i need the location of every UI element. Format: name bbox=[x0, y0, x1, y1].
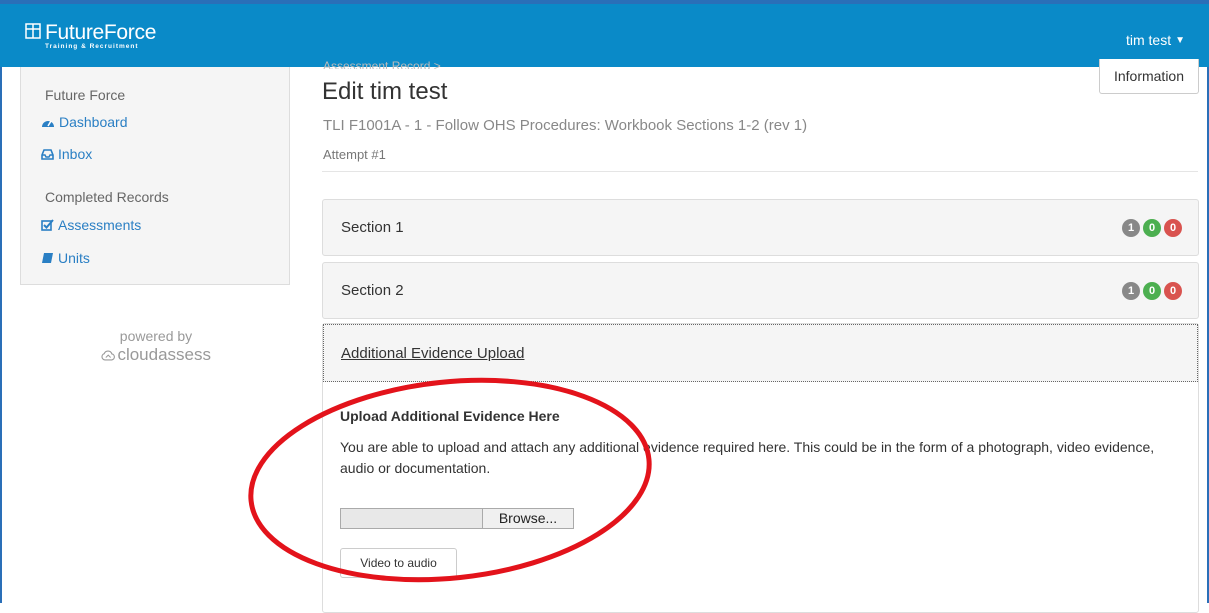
logo-tagline: Training & Recruitment bbox=[45, 43, 139, 50]
additional-evidence-link[interactable]: Additional Evidence Upload bbox=[341, 345, 524, 362]
powered-by-label: powered by bbox=[119, 328, 193, 344]
sidebar-item-label: Inbox bbox=[58, 146, 93, 162]
window-border-left bbox=[0, 0, 2, 603]
inbox-icon bbox=[41, 148, 54, 160]
unit-subtitle: TLI F1001A - 1 - Follow OHS Procedures: … bbox=[323, 117, 808, 134]
page-title: Edit tim test bbox=[322, 78, 448, 105]
status-badge-green: 0 bbox=[1143, 219, 1161, 237]
information-button[interactable]: Information bbox=[1099, 59, 1199, 94]
file-upload-input[interactable]: Browse... bbox=[340, 508, 574, 529]
status-badge-red: 0 bbox=[1164, 282, 1182, 300]
sidebar-item-label: Assessments bbox=[58, 217, 142, 233]
brand-name: cloudassess bbox=[117, 345, 211, 364]
section-title: Section 2 bbox=[341, 282, 404, 299]
divider bbox=[322, 171, 1198, 172]
section-panel-1[interactable]: Section 1 1 0 0 bbox=[322, 199, 1199, 256]
browse-button[interactable]: Browse... bbox=[482, 509, 573, 528]
cloudassess-brand[interactable]: cloudassess bbox=[101, 345, 211, 365]
checkbox-icon bbox=[41, 219, 54, 231]
status-badge-grey: 1 bbox=[1122, 219, 1140, 237]
file-path-field[interactable] bbox=[341, 509, 482, 528]
dashboard-icon bbox=[42, 120, 54, 127]
logo-name: FutureForce bbox=[45, 21, 157, 44]
sidebar-item-inbox[interactable]: Inbox bbox=[41, 146, 92, 162]
user-name: tim test bbox=[1125, 32, 1172, 48]
sidebar: Future Force Dashboard Inbox Completed R… bbox=[20, 67, 290, 285]
status-badge-green: 0 bbox=[1143, 282, 1161, 300]
sidebar-item-dashboard[interactable]: Dashboard bbox=[41, 114, 128, 130]
breadcrumb[interactable]: Assessment Record > bbox=[323, 59, 441, 69]
upload-description: You are able to upload and attach any ad… bbox=[340, 439, 1155, 476]
book-icon bbox=[42, 253, 53, 263]
attempt-label: Attempt #1 bbox=[323, 147, 386, 162]
powered-by: powered by cloudassess bbox=[101, 328, 211, 365]
video-to-audio-button[interactable]: Video to audio bbox=[340, 548, 457, 578]
status-badge-grey: 1 bbox=[1122, 282, 1140, 300]
sidebar-item-label: Dashboard bbox=[59, 114, 128, 130]
upload-heading: Upload Additional Evidence Here bbox=[340, 408, 560, 424]
top-navbar: FutureForce Training & Recruitment tim t… bbox=[0, 0, 1209, 67]
caret-down-icon: ▼ bbox=[1175, 34, 1185, 46]
status-badge-red: 0 bbox=[1164, 219, 1182, 237]
status-badges: 1 0 0 bbox=[1122, 282, 1182, 300]
logo-mark-icon bbox=[25, 23, 41, 39]
additional-evidence-header[interactable]: Additional Evidence Upload bbox=[323, 324, 1198, 382]
sidebar-item-label: Units bbox=[58, 250, 90, 266]
section-title: Section 1 bbox=[341, 219, 404, 236]
sidebar-item-assessments[interactable]: Assessments bbox=[41, 217, 141, 233]
sidebar-heading-future-force: Future Force bbox=[45, 87, 126, 103]
section-panel-2[interactable]: Section 2 1 0 0 bbox=[322, 262, 1199, 319]
additional-evidence-panel: Additional Evidence Upload Upload Additi… bbox=[322, 323, 1199, 613]
cloud-icon bbox=[101, 349, 115, 360]
sidebar-heading-completed-records: Completed Records bbox=[45, 189, 169, 205]
sidebar-item-units[interactable]: Units bbox=[41, 250, 90, 266]
user-menu[interactable]: tim test ▼ bbox=[1126, 32, 1185, 48]
status-badges: 1 0 0 bbox=[1122, 219, 1182, 237]
